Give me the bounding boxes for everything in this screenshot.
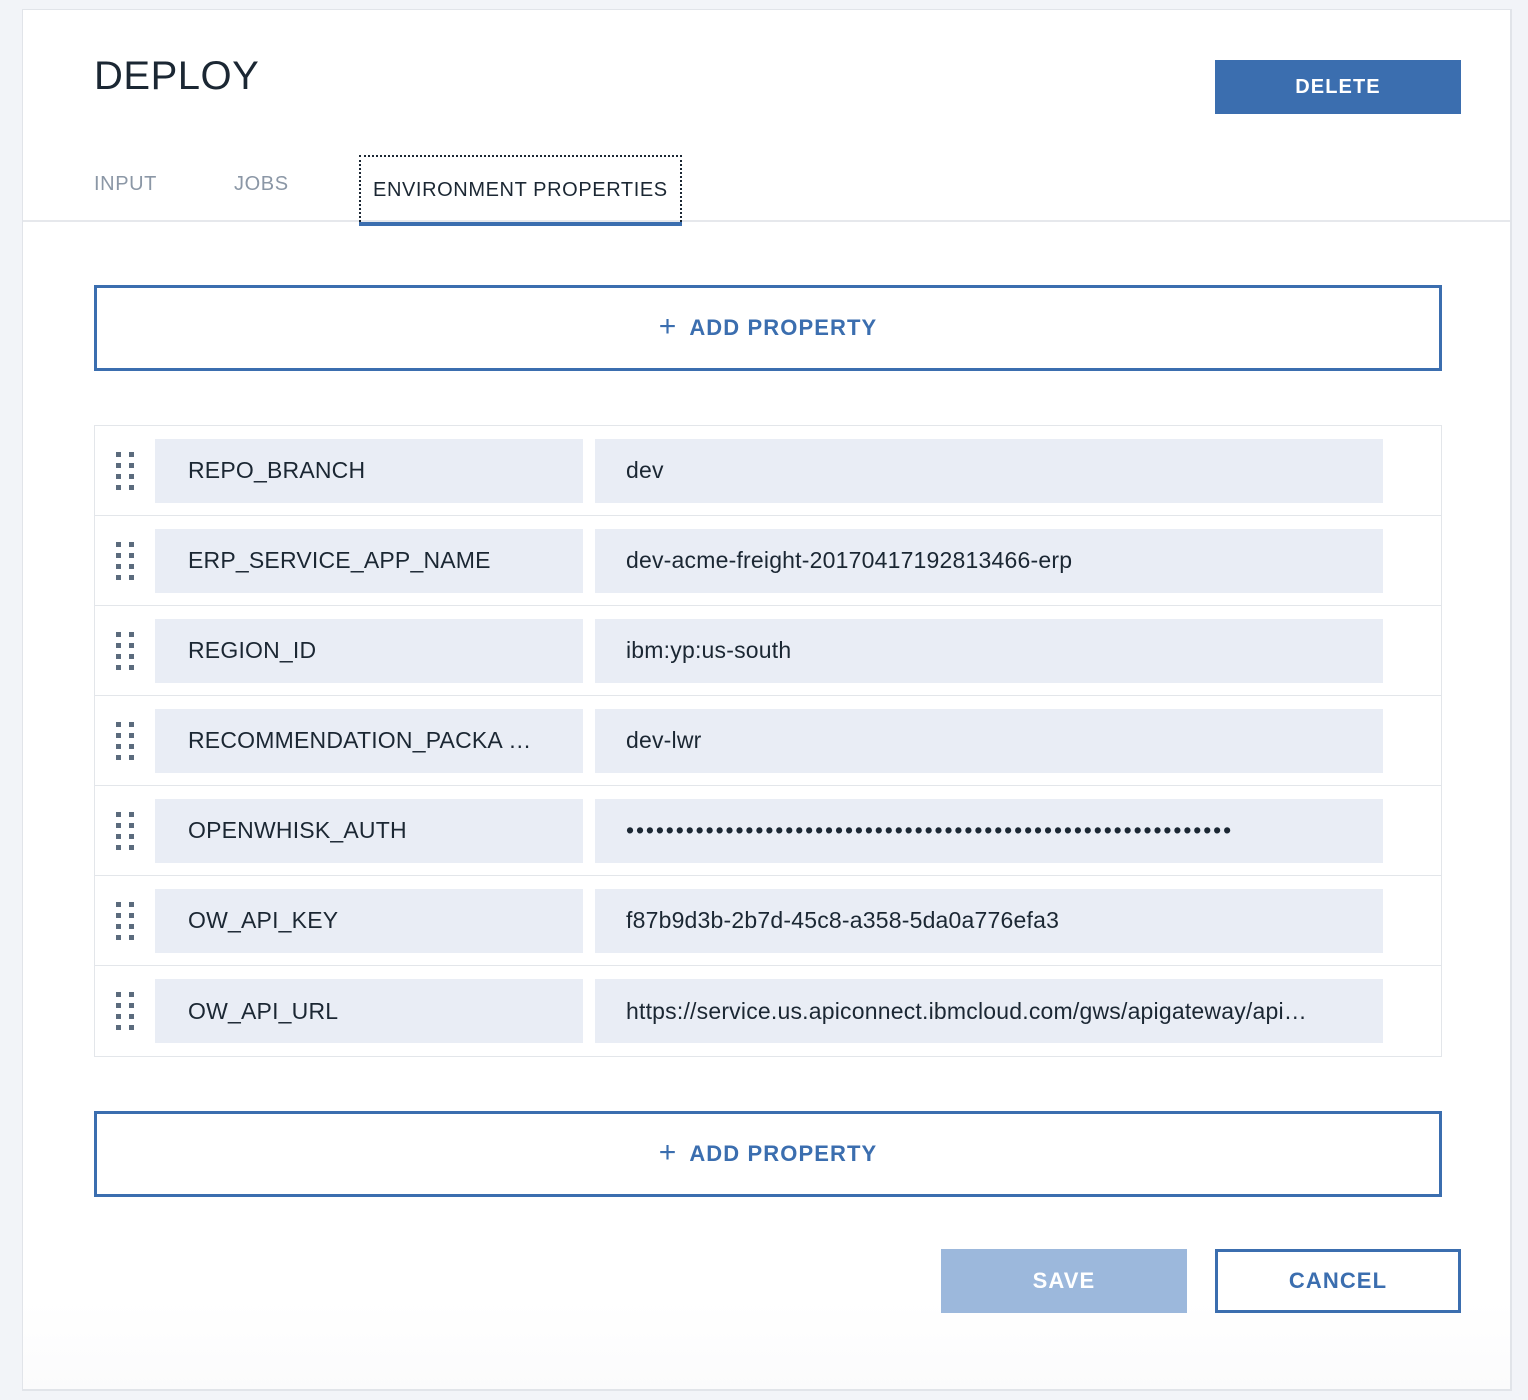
dots-grid-icon [116,721,134,760]
dots-grid-icon [116,901,134,940]
dots-grid-icon [116,451,134,490]
card-footer: SAVE CANCEL [23,1229,1510,1389]
property-value-field[interactable]: ibm:yp:us-south [595,618,1383,683]
dots-grid-icon [116,811,134,850]
save-button[interactable]: SAVE [941,1249,1187,1313]
page-title: DEPLOY [94,54,260,98]
drag-handle-icon[interactable] [95,876,155,966]
app-root: DEPLOY DELETE INPUT JOBS ENVIRONMENT PRO… [0,0,1528,1400]
tab-environment-properties[interactable]: ENVIRONMENT PROPERTIES [359,155,682,226]
tab-bar: INPUT JOBS ENVIRONMENT PROPERTIES [94,155,682,226]
property-name-field[interactable]: OW_API_URL [155,979,583,1043]
dots-grid-icon [116,631,134,670]
tab-jobs[interactable]: JOBS [234,173,359,222]
delete-button[interactable]: DELETE [1215,60,1461,114]
card-body: + ADD PROPERTY REPO_BRANCH dev ERP_SERVICE… [23,222,1510,1389]
add-property-button-bottom[interactable]: + ADD PROPERTY [94,1111,1442,1197]
property-value-field[interactable]: https://service.us.apiconnect.ibmcloud.c… [595,979,1383,1043]
table-row: REGION_ID ibm:yp:us-south [95,606,1441,696]
drag-handle-icon[interactable] [95,966,155,1056]
table-row: RECOMMENDATION_PACKA … dev-lwr [95,696,1441,786]
drag-handle-icon[interactable] [95,516,155,606]
add-property-button-top[interactable]: + ADD PROPERTY [94,285,1442,371]
plus-icon: + [658,310,678,343]
table-row: OW_API_KEY f87b9d3b-2b7d-45c8-a358-5da0a7… [95,876,1441,966]
drag-handle-icon[interactable] [95,786,155,876]
dots-grid-icon [116,541,134,580]
add-property-label: ADD PROPERTY [689,315,878,340]
cancel-button[interactable]: CANCEL [1215,1249,1461,1313]
table-row: ERP_SERVICE_APP_NAME dev-acme-freight-201… [95,516,1441,606]
dots-grid-icon [116,992,134,1030]
environment-properties-table: REPO_BRANCH dev ERP_SERVICE_APP_NAME dev-ac… [94,425,1442,1057]
property-name-field[interactable]: RECOMMENDATION_PACKA … [155,708,583,773]
table-row: OW_API_URL https://service.us.apiconnect.… [95,966,1441,1056]
card-header: DEPLOY DELETE INPUT JOBS ENVIRONMENT PRO… [23,10,1510,226]
deploy-card: DEPLOY DELETE INPUT JOBS ENVIRONMENT PRO… [22,9,1512,1391]
property-value-field[interactable]: dev-lwr [595,708,1383,773]
property-value-field[interactable]: dev [595,438,1383,503]
property-value-field[interactable]: ••••••••••••••••••••••••••••••••••••••••… [595,798,1383,863]
add-property-label: ADD PROPERTY [689,1141,878,1166]
drag-handle-icon[interactable] [95,696,155,786]
property-name-field[interactable]: REPO_BRANCH [155,438,583,503]
property-value-field[interactable]: f87b9d3b-2b7d-45c8-a358-5da0a776efa3 [595,888,1383,953]
plus-icon: + [658,1136,678,1169]
property-value-field[interactable]: dev-acme-freight-20170417192813466-erp [595,528,1383,593]
property-name-field[interactable]: OPENWHISK_AUTH [155,798,583,863]
drag-handle-icon[interactable] [95,606,155,696]
property-name-field[interactable]: OW_API_KEY [155,888,583,953]
property-name-field[interactable]: ERP_SERVICE_APP_NAME [155,528,583,593]
tab-input[interactable]: INPUT [94,173,234,222]
property-name-field[interactable]: REGION_ID [155,618,583,683]
table-row: OPENWHISK_AUTH ••••••••••••••••••••••••••… [95,786,1441,876]
drag-handle-icon[interactable] [95,426,155,516]
table-row: REPO_BRANCH dev [95,426,1441,516]
